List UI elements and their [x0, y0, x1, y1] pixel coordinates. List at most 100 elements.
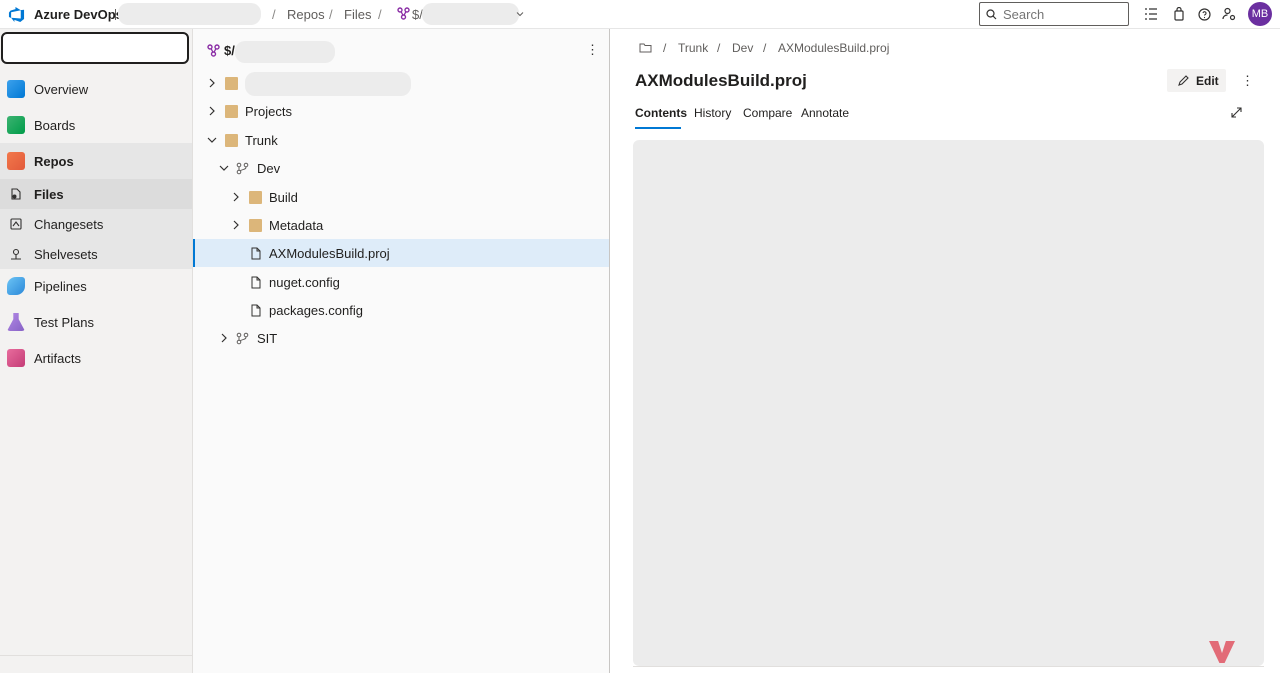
file-content-panel: / Trunk / Dev / AXModulesBuild.proj AXMo… [611, 29, 1280, 673]
org-separator [115, 9, 116, 20]
artifacts-icon [7, 349, 25, 367]
breadcrumb-separator: / [272, 7, 276, 22]
tree-row-label: Projects [245, 103, 292, 119]
tree-row[interactable]: Build [193, 183, 609, 211]
chevron-right-icon[interactable] [206, 105, 218, 117]
nav-item-pipelines[interactable]: Pipelines [0, 268, 192, 304]
breadcrumb-separator: / [717, 41, 721, 55]
tree-row-label: Build [269, 189, 298, 205]
overview-icon [7, 80, 25, 98]
file-icon [251, 247, 261, 259]
file-icon [251, 276, 261, 288]
nav-item-artifacts[interactable]: Artifacts [0, 340, 192, 376]
tree-row-selected[interactable]: AXModulesBuild.proj [193, 239, 609, 267]
nav-label: Test Plans [34, 314, 94, 330]
folder-outline-icon[interactable] [639, 42, 652, 53]
folder-icon [225, 133, 238, 147]
folder-icon [249, 190, 262, 204]
user-avatar[interactable]: MB [1248, 2, 1272, 26]
nav-footer-divider [0, 655, 192, 656]
more-options-icon[interactable]: ⋮ [586, 42, 599, 58]
tree-root-path [235, 41, 335, 63]
folder-icon [225, 76, 238, 90]
tree-root-label[interactable]: $/ [224, 43, 235, 58]
nav-item-changesets[interactable]: Changesets [0, 209, 192, 239]
boards-icon [7, 116, 25, 134]
app-name[interactable]: Azure DevOps [34, 7, 123, 22]
file-title: AXModulesBuild.proj [635, 71, 807, 90]
nav-item-shelvesets[interactable]: Shelvesets [0, 239, 192, 269]
files-icon [11, 188, 21, 200]
tree-row-label: AXModulesBuild.proj [269, 245, 390, 261]
nav-label: Shelvesets [34, 246, 98, 262]
tree-row-label: packages.config [269, 302, 363, 318]
top-bar: Azure DevOps / Repos / Files / $/ MB [0, 0, 1280, 29]
tree-row-label: Trunk [245, 132, 278, 148]
tree-row[interactable]: packages.config [193, 296, 609, 324]
tab-history[interactable]: History [694, 106, 731, 120]
tree-row-label: Dev [257, 160, 281, 176]
file-viewer[interactable] [633, 140, 1264, 666]
breadcrumb-separator: / [663, 41, 667, 55]
more-options-icon[interactable]: ⋮ [1241, 73, 1254, 89]
chevron-right-icon[interactable] [230, 219, 242, 231]
edit-label: Edit [1196, 73, 1219, 88]
path-crumb-trunk[interactable]: Trunk [678, 41, 708, 55]
search-box[interactable] [979, 2, 1129, 26]
changesets-icon [10, 218, 22, 230]
user-settings-icon[interactable] [1221, 6, 1237, 22]
nav-label: Repos [34, 153, 74, 169]
expand-icon[interactable] [1231, 107, 1242, 118]
nav-label: Artifacts [34, 350, 81, 366]
nav-label: Files [34, 186, 64, 202]
tree-row[interactable]: Trunk [193, 126, 609, 154]
tab-compare[interactable]: Compare [743, 106, 792, 120]
nav-label: Pipelines [34, 278, 87, 294]
tab-contents[interactable]: Contents [635, 106, 687, 120]
project-selector[interactable] [1, 32, 189, 64]
tree-row[interactable]: Metadata [193, 211, 609, 239]
tree-row[interactable]: nuget.config [193, 268, 609, 296]
tab-annotate[interactable]: Annotate [801, 106, 849, 120]
tree-row-label: SIT [257, 330, 278, 346]
tree-row[interactable] [193, 69, 609, 97]
organization-selector[interactable] [118, 3, 261, 25]
file-icon [251, 304, 261, 316]
breadcrumb-repos[interactable]: Repos [287, 7, 325, 22]
chevron-right-icon[interactable] [230, 191, 242, 203]
nav-item-test-plans[interactable]: Test Plans [0, 304, 192, 340]
nav-item-overview[interactable]: Overview [0, 71, 192, 107]
tree-row-label: nuget.config [269, 274, 340, 290]
tfvc-repo-icon [207, 44, 220, 57]
tree-row[interactable]: Projects [193, 97, 609, 125]
nav-label: Overview [34, 81, 89, 97]
pencil-icon [1178, 74, 1189, 86]
tree-row[interactable]: SIT [193, 324, 609, 352]
nav-item-repos[interactable]: Repos [0, 143, 192, 179]
chevron-right-icon[interactable] [206, 77, 218, 89]
repos-icon [7, 152, 25, 170]
repo-selector[interactable] [422, 3, 519, 25]
nav-item-files[interactable]: Files [0, 179, 192, 209]
azure-devops-logo-icon[interactable] [8, 6, 25, 23]
pipelines-icon [7, 277, 25, 295]
edit-button[interactable]: Edit [1167, 69, 1226, 92]
branch-icon [236, 332, 249, 344]
chevron-right-icon[interactable] [218, 332, 230, 344]
breadcrumb-files[interactable]: Files [344, 7, 371, 22]
breadcrumb-separator: / [378, 7, 382, 22]
path-crumb-dev[interactable]: Dev [732, 41, 753, 55]
nav-label: Changesets [34, 216, 104, 232]
list-check-icon[interactable] [1143, 6, 1159, 22]
chevron-down-icon[interactable] [218, 162, 230, 174]
nav-item-boards[interactable]: Boards [0, 107, 192, 143]
path-crumb-file[interactable]: AXModulesBuild.proj [778, 41, 889, 55]
folder-icon [225, 104, 238, 118]
tree-row[interactable]: Dev [193, 154, 609, 182]
search-input[interactable] [1003, 6, 1123, 22]
shopping-bag-icon[interactable] [1171, 6, 1187, 22]
nav-label: Boards [34, 117, 76, 133]
help-icon[interactable] [1196, 6, 1212, 22]
chevron-down-icon[interactable] [206, 134, 218, 146]
chevron-down-icon[interactable] [516, 10, 524, 18]
